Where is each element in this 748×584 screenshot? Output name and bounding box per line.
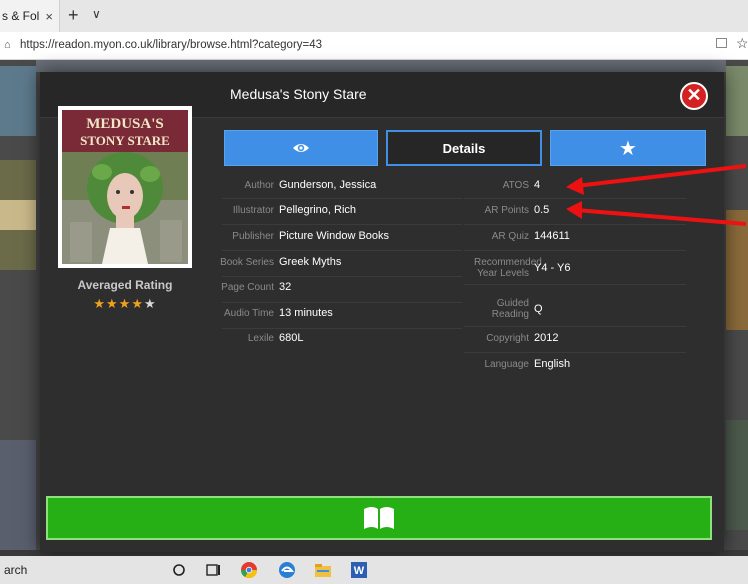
open-book-icon [364,507,394,529]
detail-label: ATOS [502,179,529,191]
detail-row-recommended-year-levels: Recommended Year Levels Y4 - Y6 [40,251,571,285]
shelf-book[interactable] [726,66,748,136]
file-explorer-icon[interactable] [314,561,332,579]
annotation-arrow-ar-points [575,208,747,226]
detail-label: AR Quiz [491,230,529,242]
new-tab-icon[interactable]: + [68,5,79,26]
detail-value: Q [534,303,543,315]
cortana-circle-icon[interactable] [170,561,188,579]
tab-menu-chevron-icon[interactable]: ∨ [92,7,101,21]
annotation-arrows [566,164,747,226]
detail-value: 4 [534,179,541,191]
tab-close-icon[interactable]: × [45,9,53,24]
detail-row-language: Language English [40,353,571,375]
shelf-book[interactable] [0,66,36,136]
annotation-arrowhead [566,177,584,195]
taskbar-search-field[interactable]: arch [4,563,27,577]
shelf-book[interactable] [0,440,36,550]
browser-tab[interactable]: s & Fol × [0,0,60,32]
book-details-modal: Medusa's Stony Stare ✕ MEDUSA'S STONY ST… [40,72,724,552]
detail-value: 2012 [534,332,559,344]
eye-icon [293,144,309,152]
address-bar: ⌂ https://readon.myon.co.uk/library/brow… [0,32,748,60]
star-icon: ★ [619,137,637,160]
tab-title: s & Fol [2,9,40,23]
close-button[interactable]: ✕ [680,82,708,110]
detail-label: Copyright [486,332,529,344]
detail-label: Language [484,358,530,370]
details-tab-button[interactable]: Details [386,130,542,166]
word-icon[interactable]: W [350,561,368,579]
chrome-icon[interactable] [240,561,258,579]
detail-row-ar-points: AR Points 0.5 [40,199,550,221]
close-icon: ✕ [686,85,702,105]
annotation-arrowhead [566,201,582,219]
detail-row-atos: ATOS 4 [40,174,540,196]
task-view-icon[interactable] [204,561,222,579]
detail-value: 144611 [534,230,570,242]
detail-label: Recommended Year Levels [474,257,542,279]
preview-tab-button[interactable] [224,130,378,166]
detail-value: English [534,358,571,370]
url-input[interactable]: https://readon.myon.co.uk/library/browse… [20,39,322,51]
modal-title: Medusa's Stony Stare [230,86,367,102]
shelf-book[interactable] [0,200,36,230]
details-tab-label: Details [442,140,486,156]
svg-text:W: W [354,565,365,577]
page-info-icon[interactable]: ⌂ [4,39,11,51]
read-book-button[interactable] [46,496,712,540]
browser-tab-bar: s & Fol × + ∨ [0,0,748,32]
annotation-arrow-atos [575,164,747,188]
detail-value: 0.5 [534,204,550,216]
detail-row-guided-reading: Guided Reading Q [40,292,543,326]
detail-row-ar-quiz: AR Quiz 144611 [40,225,570,247]
shelf-book[interactable] [726,420,748,530]
edge-icon[interactable] [278,561,296,579]
shelf-top-strip [36,60,726,72]
favorites-star-icon[interactable]: ☆ [736,35,748,52]
cover-title-line2: STONY STARE [80,133,170,148]
reading-view-icon[interactable] [716,38,727,48]
windows-taskbar: arch W [0,556,748,584]
detail-row-copyright: Copyright 2012 [40,327,558,349]
cover-title-line1: MEDUSA'S [86,116,164,132]
detail-value: Y4 - Y6 [534,262,571,274]
detail-label: Guided Reading [491,298,529,320]
detail-label: AR Points [484,204,529,216]
